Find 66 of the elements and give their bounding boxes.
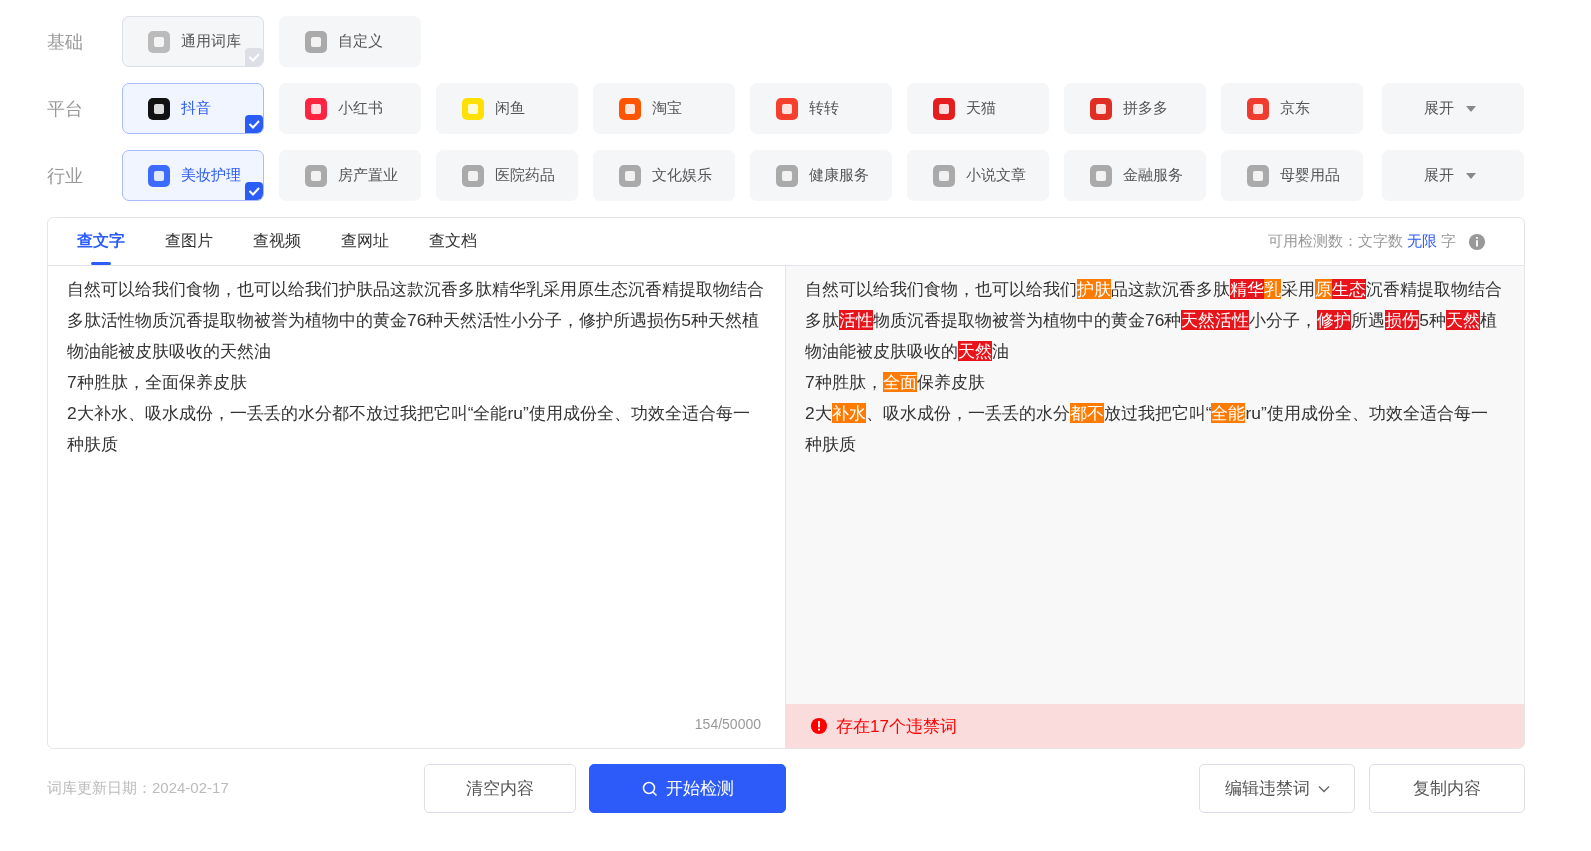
quota-label: 可用检测数：文字数 xyxy=(1268,232,1403,251)
caret-icon xyxy=(1466,172,1476,179)
category-icon xyxy=(461,163,485,188)
result-paragraph: 2大补水、吸水成份，一丢丢的水分都不放过我把它叫“全能ru”使用成份全、功效全适合每一种肤质 xyxy=(805,402,1489,456)
chevron-down-icon xyxy=(1317,784,1330,793)
tab[interactable]: 查视频 xyxy=(252,218,302,265)
tab[interactable]: 查文字 xyxy=(76,218,126,265)
expand-button[interactable]: 展开 xyxy=(1382,83,1524,134)
check-button[interactable]: 开始检测 xyxy=(589,764,786,813)
category-icon xyxy=(775,96,799,121)
expand-button[interactable]: 展开 xyxy=(1382,150,1524,201)
category-icon xyxy=(147,96,171,121)
filter-chip[interactable]: 房产置业 xyxy=(279,150,421,201)
category-icon xyxy=(1089,96,1113,121)
filter-chip[interactable]: 闲鱼 xyxy=(436,83,578,134)
category-icon xyxy=(461,96,485,121)
update-date: 词库更新日期：2024-02-17 xyxy=(47,779,229,798)
filter-chip[interactable]: 转转 xyxy=(750,83,892,134)
category-icon xyxy=(147,29,171,54)
filter-chip[interactable]: 母婴用品 xyxy=(1221,150,1363,201)
filter-chip[interactable]: 天猫 xyxy=(907,83,1049,134)
category-icon xyxy=(1246,96,1270,121)
alert-text: 存在17个违禁词 xyxy=(836,715,957,738)
check-icon xyxy=(245,182,263,200)
filter-label: 基础 xyxy=(47,30,84,54)
category-icon xyxy=(775,163,799,188)
tab[interactable]: 查图片 xyxy=(164,218,214,265)
filter-label: 平台 xyxy=(47,97,84,121)
check-icon xyxy=(245,115,263,133)
warning-icon xyxy=(810,717,828,735)
category-icon xyxy=(147,163,171,188)
info-icon[interactable] xyxy=(1468,232,1486,251)
category-icon xyxy=(618,163,642,188)
filter-chip[interactable]: 淘宝 xyxy=(593,83,735,134)
filter-chip[interactable]: 金融服务 xyxy=(1064,150,1206,201)
quota-unit: 字 xyxy=(1441,232,1456,251)
filter-chip[interactable]: 健康服务 xyxy=(750,150,892,201)
category-icon xyxy=(1246,163,1270,188)
category-icon xyxy=(932,96,956,121)
category-icon xyxy=(618,96,642,121)
clear-button[interactable]: 清空内容 xyxy=(424,764,576,813)
check-icon xyxy=(245,48,263,66)
tab[interactable]: 查网址 xyxy=(340,218,390,265)
filter-chip[interactable]: 美妆护理 xyxy=(122,150,264,201)
filter-chip[interactable]: 通用词库 xyxy=(122,16,264,67)
quota-value: 无限 xyxy=(1407,232,1437,251)
filter-chip[interactable]: 拼多多 xyxy=(1064,83,1206,134)
char-count: 154/50000 xyxy=(694,716,761,732)
filter-chip[interactable]: 自定义 xyxy=(279,16,421,67)
category-icon xyxy=(304,163,328,188)
filter-chip[interactable]: 文化娱乐 xyxy=(593,150,735,201)
copy-button[interactable]: 复制内容 xyxy=(1369,764,1525,813)
category-icon xyxy=(304,29,328,54)
tab[interactable]: 查文档 xyxy=(428,218,478,265)
category-icon xyxy=(1089,163,1113,188)
filter-label: 行业 xyxy=(47,164,84,188)
filter-chip[interactable]: 医院药品 xyxy=(436,150,578,201)
category-icon xyxy=(932,163,956,188)
filter-chip[interactable]: 京东 xyxy=(1221,83,1363,134)
filter-chip[interactable]: 小红书 xyxy=(279,83,421,134)
edit-words-button[interactable]: 编辑违禁词 xyxy=(1199,764,1355,813)
search-icon xyxy=(641,780,658,797)
filter-chip[interactable]: 小说文章 xyxy=(907,150,1049,201)
category-icon xyxy=(304,96,328,121)
caret-icon xyxy=(1466,105,1476,112)
filter-chip[interactable]: 抖音 xyxy=(122,83,264,134)
